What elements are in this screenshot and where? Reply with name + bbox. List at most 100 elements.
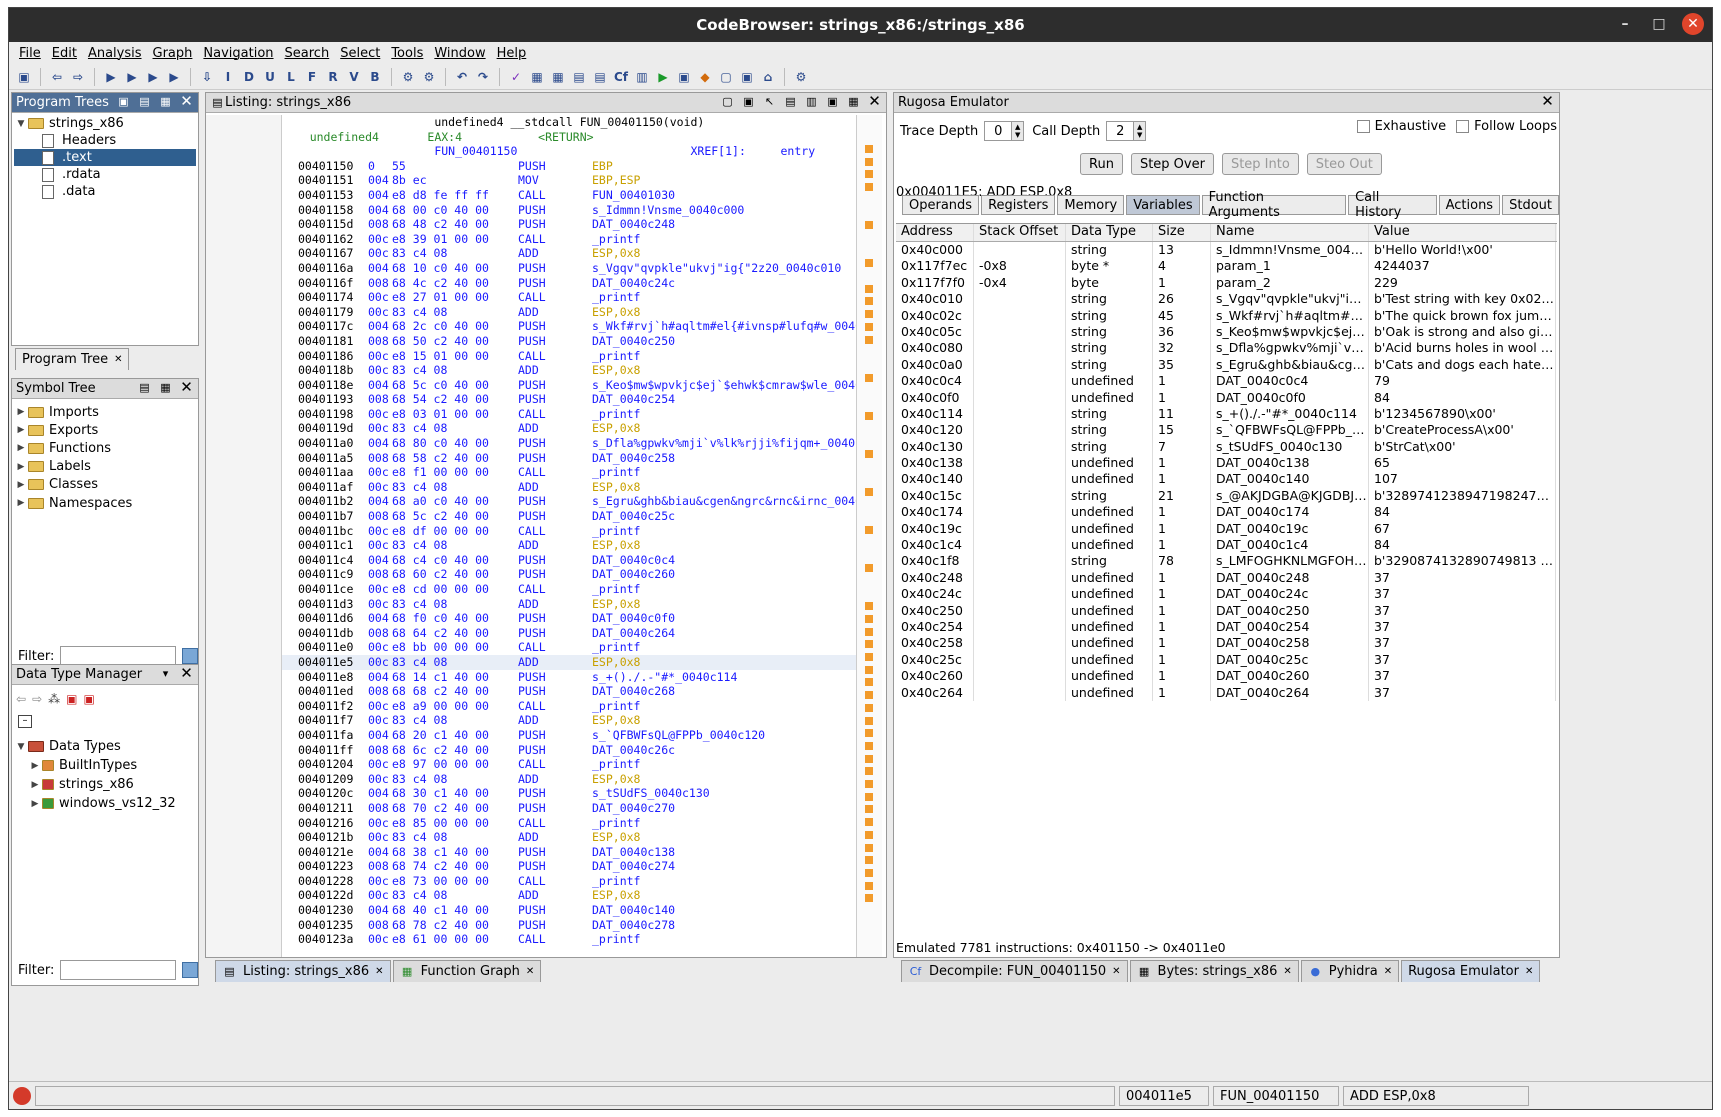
dtm-menu-icon[interactable]: ▾ [158,666,173,681]
listing-address[interactable]: 004011c4 [298,553,353,567]
listing-row[interactable]: 00401223 008 68 74 c2 40 00 PUSH DAT_0040c27… [282,859,856,874]
listing-operand[interactable]: _printf [592,640,640,654]
listing-mnemonic[interactable]: CALL [518,465,546,479]
listing-operand[interactable]: DAT_0040c270 [592,801,675,815]
listing-mnemonic[interactable]: CALL [518,524,546,538]
listing-operand[interactable]: DAT_0040c254 [592,392,675,406]
listing-stack-depth[interactable]: 008 [368,684,389,698]
listing-stack-depth[interactable]: 004 [368,319,389,333]
listing-operand[interactable]: _printf [592,524,640,538]
listing-mnemonic[interactable]: CALL [518,232,546,246]
listing-address[interactable]: 004011f2 [298,699,353,713]
tab-program-tree[interactable]: Program Tree ✕ [15,348,130,370]
listing-address[interactable]: 0040120c [298,786,353,800]
tab-actions[interactable]: Actions [1438,195,1501,215]
listing-address[interactable]: 00401186 [298,349,353,363]
listing-operand[interactable]: DAT_0040c138 [592,845,675,859]
listing-mnemonic[interactable]: PUSH [518,334,546,348]
listing-mnemonic[interactable]: ADD [518,888,539,902]
listing-mnemonic[interactable]: PUSH [518,276,546,290]
tab-registers[interactable]: Registers [981,195,1056,215]
table-row[interactable]: 0x40c264 undefined 1 DAT_0040c264 37 [896,684,1557,701]
listing-row[interactable]: 004011b7 008 68 5c c2 40 00 PUSH DAT_0040c25… [282,509,856,524]
overview-mark[interactable] [865,284,873,293]
listing-address[interactable]: 004011e8 [298,670,353,684]
listing-bytes[interactable]: 68 54 c2 40 00 [392,392,489,406]
listing-stack-depth[interactable]: 0 [368,159,375,173]
snapshot-icon[interactable]: ▣ [825,94,840,109]
menu-help[interactable]: Help [497,46,527,61]
table-row[interactable]: 0x40c24c undefined 1 DAT_0040c24c 37 [896,586,1557,603]
listing-operand[interactable]: ESP,0x8 [592,421,640,435]
listing-mnemonic[interactable]: CALL [518,699,546,713]
overview-mark[interactable] [865,653,873,661]
listing-mnemonic[interactable]: ADD [518,655,539,669]
listing-stack-depth[interactable]: 00c [368,874,389,888]
listing-mnemonic[interactable]: MOV [518,173,539,187]
close-icon[interactable]: ✕ [1384,966,1392,977]
table-row[interactable]: 0x40c19c undefined 1 DAT_0040c19c 67 [896,520,1557,538]
listing-address[interactable]: 00401204 [298,757,353,771]
listing-mnemonic[interactable]: ADD [518,597,539,611]
listing-stack-depth[interactable]: 004 [368,670,389,684]
listing-stack-depth[interactable]: 00c [368,349,389,363]
listing-stack-depth[interactable]: 004 [368,378,389,392]
listing-operand[interactable]: DAT_0040c140 [592,903,675,917]
overview-mark[interactable] [865,868,873,877]
tool-g-icon[interactable]: ▥ [633,68,651,86]
overview-mark[interactable] [865,259,873,268]
table-row[interactable]: 0x40c138 undefined 1 DAT_0040c138 65 [896,455,1557,472]
listing-mnemonic[interactable]: PUSH [518,743,546,757]
call-depth-stepper[interactable]: 2 ▲ ▼ [1106,121,1147,141]
listing-bytes[interactable]: 68 80 c0 40 00 [392,436,489,450]
listing-operand[interactable]: ESP,0x8 [592,597,640,611]
listing-mnemonic[interactable]: ADD [518,421,539,435]
listing-stack-depth[interactable]: 00c [368,538,389,552]
listing-bytes[interactable]: e8 97 00 00 00 [392,757,489,771]
listing-bytes[interactable]: 83 c4 08 [392,888,447,902]
listing-mnemonic[interactable]: PUSH [518,494,546,508]
listing-stack-depth[interactable]: 00c [368,699,389,713]
listing-bytes[interactable]: 68 64 c2 40 00 [392,626,489,640]
menu-edit[interactable]: Edit [52,46,77,61]
table-row[interactable]: 0x40c130 string 7 s_tSUdFS_0040c130 b'StrCat… [896,438,1557,456]
listing-address[interactable]: 0040116a [298,261,353,275]
tab-memory[interactable]: Memory [1057,195,1125,215]
listing-address[interactable]: 0040115d [298,217,353,231]
nav-l-icon[interactable]: L [282,68,300,86]
overview-mark[interactable] [865,183,873,192]
dtm-windows[interactable]: ▶ windows_vs12_32 [14,794,196,813]
listing-mnemonic[interactable]: PUSH [518,217,546,231]
listing-mnemonic[interactable]: ADD [518,480,539,494]
listing-bytes[interactable]: 68 78 c2 40 00 [392,918,489,932]
listing-operand[interactable]: ESP,0x8 [592,363,640,377]
listing-row[interactable]: 00401198 00c e8 03 01 00 00 CALL _printf [282,407,856,422]
overview-mark[interactable] [865,767,873,776]
listing-address[interactable]: 004011ed [298,684,353,698]
tool-a-icon[interactable]: ⚙ [399,68,417,86]
close-icon[interactable]: ✕ [526,966,534,977]
listing-mnemonic[interactable]: PUSH [518,203,546,217]
listing-address[interactable]: 004011d3 [298,597,353,611]
symbol-functions[interactable]: ▶ Functions [14,439,196,457]
listing-mnemonic[interactable]: PUSH [518,859,546,873]
overview-mark[interactable] [865,335,873,344]
listing-row[interactable]: 004011af 00c 83 c4 08 ADD ESP,0x8 [282,480,856,495]
listing-operand[interactable]: DAT_0040c258 [592,451,675,465]
listing-address[interactable]: 00401151 [298,173,353,187]
overview-mark[interactable] [865,487,873,496]
listing-operand[interactable]: DAT_0040c278 [592,918,675,932]
overview-mark[interactable] [865,881,873,890]
table-row[interactable]: 0x40c258 undefined 1 DAT_0040c258 37 [896,635,1557,652]
tool-d-icon[interactable]: ▦ [549,68,567,86]
step-into-button[interactable]: Step Into [1221,153,1299,175]
listing-mnemonic[interactable]: PUSH [518,567,546,581]
listing-row[interactable]: 0040122d 00c 83 c4 08 ADD ESP,0x8 [282,888,856,903]
tool-l-icon[interactable]: ⌂ [759,68,777,86]
listing-operand[interactable]: _printf [592,757,640,771]
listing-mnemonic[interactable]: ADD [518,713,539,727]
listing-stack-depth[interactable]: 00c [368,407,389,421]
listing-stack-depth[interactable]: 008 [368,859,389,873]
overview-mark[interactable] [865,678,873,687]
tab-stdout[interactable]: Stdout [1502,195,1559,215]
